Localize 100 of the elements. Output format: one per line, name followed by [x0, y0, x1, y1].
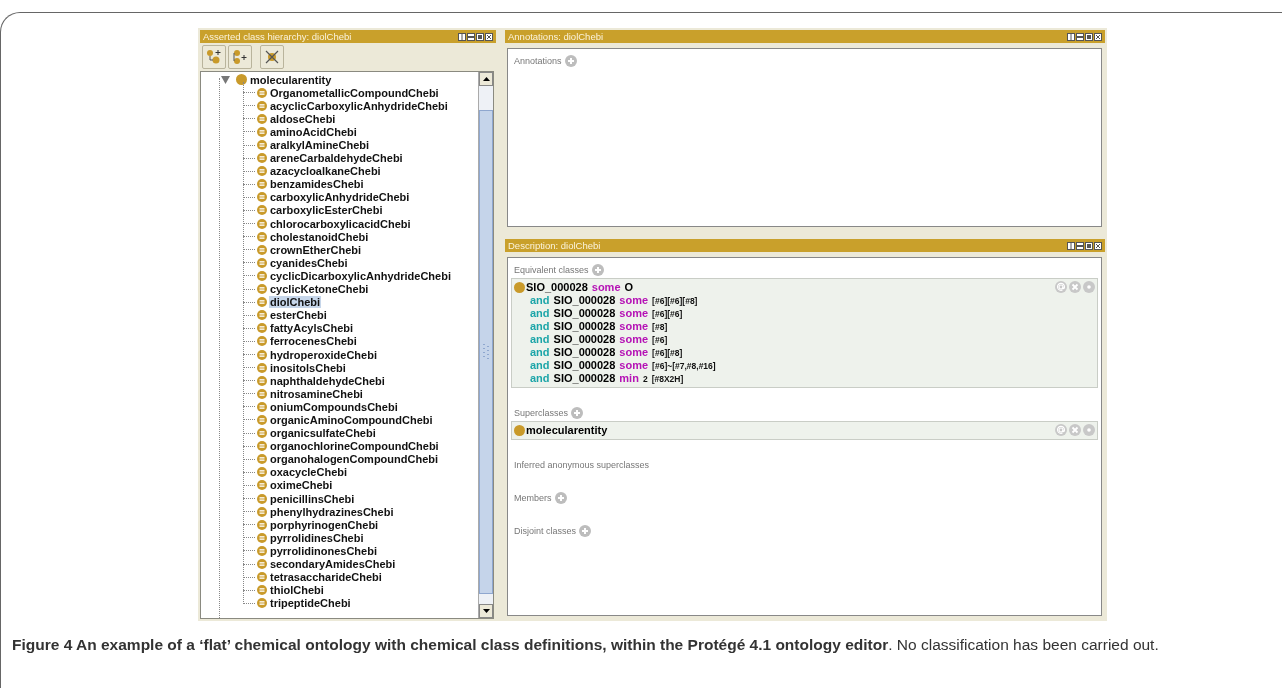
- tree-item[interactable]: cyclicKetoneChebi: [269, 283, 370, 296]
- class-name: SIO_000028: [526, 281, 588, 293]
- tree-item[interactable]: thiolChebi: [269, 584, 325, 597]
- scroll-down-icon[interactable]: [482, 609, 490, 613]
- tree-item[interactable]: tetrasaccharideChebi: [269, 571, 383, 584]
- restriction-keyword: some: [619, 346, 649, 358]
- tree-item[interactable]: aldoseChebi: [269, 112, 337, 125]
- tree-item[interactable]: azacycloalkaneChebi: [269, 165, 382, 178]
- smarts-pattern: [#6]~[#7,#8,#16]: [652, 361, 716, 371]
- circle-dot-icon[interactable]: [1083, 424, 1095, 436]
- equivalent-class-icon: [257, 192, 267, 203]
- tree-item[interactable]: pyrrolidinonesChebi: [269, 544, 378, 557]
- section-heading: Disjoint classes: [514, 526, 577, 536]
- tree-item[interactable]: carboxylicAnhydrideChebi: [269, 191, 411, 204]
- tree-item[interactable]: cholestanoidChebi: [269, 230, 370, 243]
- tree-item[interactable]: organochlorineCompoundChebi: [269, 440, 440, 453]
- tree-item[interactable]: tripeptideChebi: [269, 597, 352, 610]
- smarts-pattern: [#6]: [652, 335, 668, 345]
- tree-item[interactable]: areneCarbaldehydeChebi: [269, 152, 404, 165]
- restriction-keyword: some: [619, 333, 649, 345]
- restriction-keyword: some: [619, 359, 649, 371]
- smarts-pattern: [#8X2H]: [651, 374, 684, 384]
- class-name: SIO_000028: [553, 294, 616, 306]
- tree-item[interactable]: organicsulfateChebi: [269, 427, 377, 440]
- tree-item[interactable]: hydroperoxideChebi: [269, 348, 378, 361]
- scrollbar[interactable]: [478, 72, 493, 618]
- tree-item[interactable]: pyrrolidinesChebi: [269, 531, 365, 544]
- split-view-icon[interactable]: [1067, 241, 1075, 250]
- equivalent-class-icon: [257, 454, 267, 465]
- equivalent-class-icon: [257, 480, 267, 491]
- equivalent-class-icon: [257, 166, 267, 177]
- close-icon[interactable]: [1094, 241, 1102, 250]
- scroll-up-icon[interactable]: [482, 77, 490, 81]
- smarts-pattern: [#8]: [652, 322, 668, 332]
- equivalent-class-icon: [257, 284, 267, 295]
- tree-item[interactable]: penicillinsChebi: [269, 492, 356, 505]
- tree-item[interactable]: porphyrinogenChebi: [269, 518, 380, 531]
- class-name: O: [624, 281, 634, 293]
- equivalent-class-icon: [257, 140, 267, 150]
- equivalent-class-icon: [257, 545, 267, 556]
- tree-item[interactable]: acyclicCarboxylicAnhydrideChebi: [269, 99, 449, 112]
- tree-item[interactable]: carboxylicEsterChebi: [269, 204, 384, 217]
- circle-dot-icon[interactable]: [1083, 281, 1095, 293]
- maximize-icon[interactable]: [1085, 32, 1093, 41]
- equivalent-class-icon: [257, 532, 267, 543]
- tree-item[interactable]: chlorocarboxylicacidChebi: [269, 217, 412, 230]
- operator-keyword: and: [530, 294, 550, 306]
- tree-item[interactable]: ferrocenesChebi: [269, 335, 358, 348]
- close-icon[interactable]: [485, 32, 493, 41]
- tree-item[interactable]: oniumCompoundsChebi: [269, 400, 399, 413]
- smarts-pattern: 2: [642, 374, 648, 384]
- tree-item[interactable]: cyanidesChebi: [269, 256, 349, 269]
- minimize-icon[interactable]: [1076, 32, 1084, 41]
- expand-triangle-icon[interactable]: [221, 75, 230, 84]
- tree-item[interactable]: molecularentity: [249, 73, 333, 86]
- restriction-keyword: some: [619, 307, 649, 319]
- equivalent-class-icon: [257, 336, 267, 347]
- restriction-keyword: some: [619, 294, 649, 306]
- equivalent-class-icon: [257, 113, 267, 124]
- tree-item[interactable]: OrganometallicCompoundChebi: [269, 86, 440, 99]
- close-icon[interactable]: [1094, 32, 1102, 41]
- equivalent-class-icon: [257, 179, 267, 190]
- section-heading: Equivalent classes: [514, 265, 589, 275]
- tree-item[interactable]: esterChebi: [269, 309, 328, 322]
- tree-item[interactable]: organicAminoCompoundChebi: [269, 414, 434, 426]
- grip-icon[interactable]: [482, 344, 490, 360]
- maximize-icon[interactable]: [1085, 241, 1093, 250]
- add-subclass-button[interactable]: [202, 45, 226, 69]
- tree-item[interactable]: aminoAcidChebi: [269, 125, 358, 138]
- tree-item[interactable]: cyclicDicarboxylicAnhydrideChebi: [269, 269, 452, 282]
- tree-item[interactable]: naphthaldehydeChebi: [269, 374, 386, 387]
- equivalent-class-icon: [257, 388, 267, 399]
- operator-keyword: and: [530, 307, 550, 319]
- tree-item[interactable]: benzamidesChebi: [269, 178, 365, 191]
- equivalent-class-icon: [257, 87, 267, 98]
- tree-item[interactable]: oximeChebi: [269, 479, 334, 492]
- add-sibling-button[interactable]: [228, 45, 252, 69]
- tree-item[interactable]: secondaryAmidesChebi: [269, 558, 397, 570]
- equivalent-class-icon: [257, 506, 267, 517]
- maximize-icon[interactable]: [476, 32, 484, 41]
- tree-item[interactable]: fattyAcylsChebi: [269, 322, 355, 335]
- split-view-icon[interactable]: [458, 32, 466, 41]
- tree-item[interactable]: crownEtherChebi: [269, 243, 363, 256]
- equivalent-class-icon: [257, 244, 267, 255]
- tree-item[interactable]: oxacycleChebi: [269, 466, 349, 479]
- minimize-icon[interactable]: [467, 32, 475, 41]
- equivalent-class-icon: [257, 270, 267, 281]
- panel-title: Annotations: diolChebi: [508, 31, 604, 42]
- smarts-pattern: [#6][#6]: [652, 309, 683, 319]
- tree-item[interactable]: organohalogenCompoundChebi: [269, 453, 440, 466]
- minimize-icon[interactable]: [1076, 241, 1084, 250]
- tree-item[interactable]: diolChebi: [269, 296, 322, 309]
- tree-item[interactable]: nitrosamineChebi: [269, 387, 364, 400]
- tree-item[interactable]: aralkylAmineChebi: [269, 139, 371, 151]
- class-dot-icon: [514, 425, 525, 436]
- tree-item[interactable]: inositolsChebi: [269, 361, 347, 374]
- delete-class-button[interactable]: [260, 45, 284, 69]
- tree-item[interactable]: phenylhydrazinesChebi: [269, 505, 395, 518]
- split-view-icon[interactable]: [1067, 32, 1075, 41]
- operator-keyword: and: [530, 359, 550, 371]
